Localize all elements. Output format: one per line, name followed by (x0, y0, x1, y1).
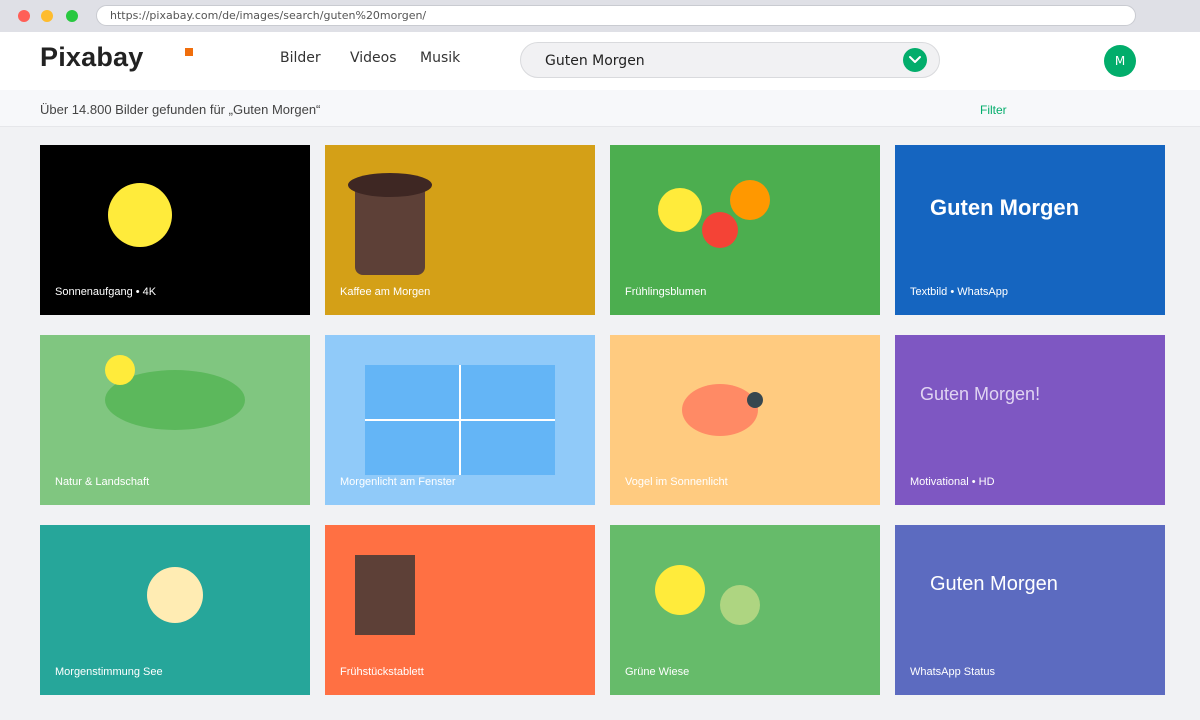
sun-icon (105, 355, 135, 385)
coffee-rim-icon (348, 173, 432, 197)
coffee-cup-icon (355, 185, 425, 275)
image-tile[interactable]: Kaffee am Morgen (325, 145, 595, 315)
tile-caption: Motivational • HD (910, 476, 995, 488)
sun-icon (655, 565, 705, 615)
results-summary: Über 14.800 Bilder gefunden für „Guten M… (40, 102, 321, 117)
image-tile[interactable]: Grüne Wiese (610, 525, 880, 695)
logo[interactable]: Pixabay (40, 42, 143, 73)
sun-icon (147, 567, 203, 623)
chevron-down-icon (909, 56, 921, 63)
tile-caption: Sonnenaufgang • 4K (55, 286, 157, 298)
search-input[interactable]: Guten Morgen (545, 53, 645, 69)
image-tile[interactable]: Morgenlicht am Fenster (325, 335, 595, 505)
bird-body-icon (682, 384, 758, 436)
results-bar: Über 14.800 Bilder gefunden für „Guten M… (0, 90, 1200, 127)
nav-videos[interactable]: Videos (350, 50, 397, 66)
tile-caption: Vogel im Sonnenlicht (625, 476, 728, 488)
bird-head-icon (747, 392, 763, 408)
tile-caption: Frühlingsblumen (625, 286, 707, 298)
flower-icon (730, 180, 770, 220)
logo-mark-icon (185, 48, 193, 56)
search-bar[interactable]: Guten Morgen (520, 42, 940, 78)
browser-chrome: https://pixabay.com/de/images/search/gut… (0, 0, 1200, 32)
address-bar[interactable]: https://pixabay.com/de/images/search/gut… (96, 5, 1136, 26)
nav-bilder[interactable]: Bilder (280, 50, 321, 66)
tile-caption: Frühstückstablett (340, 666, 424, 678)
sun-icon (108, 183, 172, 247)
image-tile[interactable]: Frühlingsblumen (610, 145, 880, 315)
image-tile[interactable]: Morgenstimmung See (40, 525, 310, 695)
avatar[interactable]: M (1104, 45, 1136, 77)
tile-caption: Grüne Wiese (625, 666, 690, 678)
image-tile[interactable]: Natur & Landschaft (40, 335, 310, 505)
maximize-window-button[interactable] (66, 10, 78, 22)
minimize-window-button[interactable] (41, 10, 53, 22)
flower-icon (702, 212, 738, 248)
window-frame-horizontal (365, 419, 555, 421)
tray-icon (355, 555, 415, 635)
image-tile[interactable]: Vogel im Sonnenlicht (610, 335, 880, 505)
tile-caption: Morgenlicht am Fenster (340, 476, 456, 488)
site-header: Pixabay Bilder Videos Musik Guten Morgen… (0, 32, 1200, 90)
tile-caption: Natur & Landschaft (55, 476, 150, 488)
image-tile[interactable]: Sonnenaufgang • 4K (40, 145, 310, 315)
filter-button[interactable]: Filter (980, 103, 1007, 117)
search-submit-button[interactable] (903, 48, 927, 72)
tile-overlay-text: Guten Morgen! (920, 384, 1041, 404)
image-tile[interactable]: Guten Morgen Textbild • WhatsApp (895, 145, 1165, 315)
image-tile[interactable]: Frühstückstablett (325, 525, 595, 695)
tile-caption: WhatsApp Status (910, 666, 995, 678)
tile-overlay-text: Guten Morgen (930, 195, 1080, 220)
tile-caption: Textbild • WhatsApp (910, 286, 1009, 298)
image-tile[interactable]: Guten Morgen WhatsApp Status (895, 525, 1165, 695)
image-tile[interactable]: Guten Morgen! Motivational • HD (895, 335, 1165, 505)
tile-caption: Morgenstimmung See (55, 666, 163, 678)
tile-caption: Kaffee am Morgen (340, 286, 431, 298)
close-window-button[interactable] (18, 10, 30, 22)
bush-icon (720, 585, 760, 625)
tile-overlay-text: Guten Morgen (930, 573, 1058, 595)
nav-musik[interactable]: Musik (420, 50, 460, 66)
flower-icon (658, 188, 702, 232)
